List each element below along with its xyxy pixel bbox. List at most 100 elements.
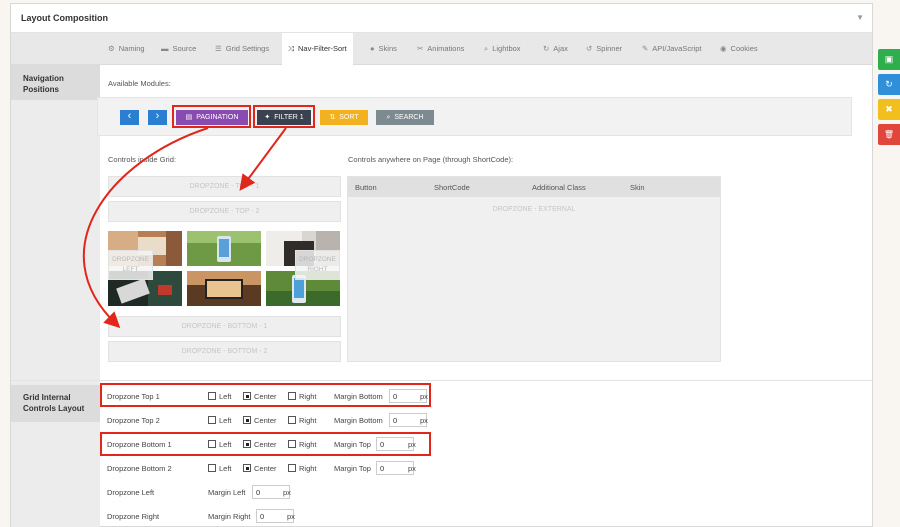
panel-header: Layout Composition ▼: [11, 4, 872, 33]
row-label: Dropzone Right: [107, 512, 160, 521]
align-right-checkbox[interactable]: [288, 416, 296, 424]
dropzone-top-2[interactable]: DROPZONE - TOP - 2: [108, 201, 341, 222]
align-center-checkbox[interactable]: [243, 464, 251, 472]
droplet-icon: ●: [370, 44, 375, 53]
align-right-label: Right: [299, 464, 317, 473]
align-left-label: Left: [219, 416, 232, 425]
search-icon: ⌕: [484, 44, 489, 53]
margin-label: Margin Right: [208, 512, 251, 521]
tab-bar: ⚙ Naming ▬ Source ☰ Grid Settings ⤨ Nav-Filt…: [11, 33, 872, 66]
shuffle-icon: ⤨: [288, 44, 294, 53]
tab-label: API/JavaScript: [652, 44, 702, 53]
tab-naming[interactable]: ⚙ Naming: [108, 33, 145, 65]
trash-icon[interactable]: 🗑: [878, 124, 900, 145]
tab-nav-filter-sort[interactable]: ⤨ Nav-Filter-Sort: [282, 33, 353, 66]
tab-lightbox[interactable]: ⌕ Lightbox: [484, 33, 521, 65]
dropzone-right[interactable]: DROPZONE RIGHT: [295, 250, 340, 280]
tab-grid-settings[interactable]: ☰ Grid Settings: [215, 33, 269, 65]
column-header-shortcode: ShortCode: [434, 183, 470, 192]
available-modules-label: Available Modules:: [108, 79, 171, 88]
column-header-additional-class: Additional Class: [532, 183, 586, 192]
unit-label: px: [283, 488, 291, 497]
tab-label: Naming: [118, 44, 145, 53]
tab-ajax[interactable]: ↻ Ajax: [543, 33, 568, 65]
tab-source[interactable]: ▬ Source: [161, 33, 196, 65]
tab-label: Grid Settings: [225, 44, 270, 53]
margin-label: Margin Top: [334, 464, 371, 473]
tab-animations[interactable]: ✂ Animations: [417, 33, 464, 65]
align-left-checkbox[interactable]: [208, 416, 216, 424]
dropzone-left-label: DROPZONE LEFT: [112, 256, 149, 273]
tab-label: Ajax: [553, 44, 568, 53]
row-label: Dropzone Bottom 2: [107, 464, 172, 473]
dropzone-bottom-1[interactable]: DROPZONE - BOTTOM - 1: [108, 316, 341, 337]
dropzone-top-1[interactable]: DROPZONE - TOP - 1: [108, 176, 341, 197]
dropzone-right-label: DROPZONE RIGHT: [299, 256, 336, 273]
unit-label: px: [420, 416, 428, 425]
tab-skins[interactable]: ● Skins: [370, 33, 397, 65]
tab-label: Skins: [378, 44, 397, 53]
section-sidebar: Navigation Positions Grid Internal Contr…: [11, 65, 100, 527]
unit-label: px: [287, 512, 295, 521]
refresh-icon[interactable]: ↻: [878, 74, 900, 95]
margin-label: Margin Left: [208, 488, 246, 497]
close-icon[interactable]: ✖: [878, 99, 900, 120]
row-label: Dropzone Left: [107, 488, 155, 497]
section-block-nav-positions: Navigation Positions: [11, 65, 100, 100]
gear-icon: ⚙: [108, 44, 115, 53]
list-icon: ☰: [215, 44, 222, 53]
folder-icon: ▬: [161, 44, 169, 53]
grid-thumbnail: [187, 271, 261, 306]
sort-module[interactable]: ⇅ SORT: [320, 110, 368, 125]
tab-spinner[interactable]: ↺ Spinner: [586, 33, 622, 65]
column-header-skin: Skin: [630, 183, 645, 192]
section-divider: [11, 380, 872, 381]
unit-label: px: [408, 464, 416, 473]
external-table-header: Button ShortCode Additional Class Skin: [348, 177, 720, 197]
grid-thumbnail: [187, 231, 261, 266]
controls-anywhere-label: Controls anywhere on Page (through Short…: [348, 155, 514, 164]
refresh-icon: ↻: [543, 44, 550, 53]
history-icon: ↺: [586, 44, 593, 53]
dropzone-left[interactable]: DROPZONE LEFT: [108, 250, 153, 280]
tab-label: Nav-Filter-Sort: [298, 44, 347, 53]
align-left-checkbox[interactable]: [208, 464, 216, 472]
search-module[interactable]: ⌕ SEARCH: [376, 110, 434, 125]
external-dropzone-area[interactable]: Button ShortCode Additional Class Skin D…: [347, 176, 721, 362]
panel-title: Layout Composition: [21, 13, 108, 23]
magic-icon: ✎: [642, 44, 649, 53]
row-label: Dropzone Top 2: [107, 416, 160, 425]
section-block-grid-internal: Grid Internal Controls Layout: [11, 385, 100, 422]
align-left-label: Left: [219, 464, 232, 473]
collapse-icon[interactable]: ▼: [856, 13, 864, 22]
dropzone-bottom-2[interactable]: DROPZONE - BOTTOM - 2: [108, 341, 341, 362]
save-icon[interactable]: ▣: [878, 49, 900, 70]
tab-cookies[interactable]: ◉ Cookies: [720, 33, 758, 65]
sort-icon: ⇅: [329, 114, 336, 121]
tab-label: Animations: [427, 44, 465, 53]
align-center-label: Center: [254, 464, 277, 473]
controls-inside-grid-label: Controls inside Grid:: [108, 155, 176, 164]
tab-api-javascript[interactable]: ✎ API/JavaScript: [642, 33, 701, 65]
eye-icon: ◉: [720, 44, 727, 53]
column-header-button: Button: [355, 183, 377, 192]
section-title-grid-internal: Grid Internal Controls Layout: [23, 393, 85, 413]
search-icon: ⌕: [386, 114, 391, 121]
prev-button[interactable]: ‹: [120, 110, 139, 125]
highlight-pagination: [172, 105, 251, 128]
highlight-row-top-1: [100, 383, 431, 407]
align-center-label: Center: [254, 416, 277, 425]
highlight-filter: [253, 105, 315, 128]
section-title-nav-positions: Navigation Positions: [23, 74, 64, 94]
sort-module-label: SORT: [339, 114, 359, 121]
tab-label: Source: [172, 44, 197, 53]
tab-label: Cookies: [730, 44, 758, 53]
wrench-icon: ✂: [417, 44, 424, 53]
align-center-checkbox[interactable]: [243, 416, 251, 424]
highlight-row-bottom-1: [100, 432, 431, 456]
search-module-label: SEARCH: [394, 114, 424, 121]
next-button[interactable]: ›: [148, 110, 167, 125]
tab-label: Spinner: [596, 44, 623, 53]
align-right-checkbox[interactable]: [288, 464, 296, 472]
dropzone-external: DROPZONE - EXTERNAL: [492, 206, 576, 213]
